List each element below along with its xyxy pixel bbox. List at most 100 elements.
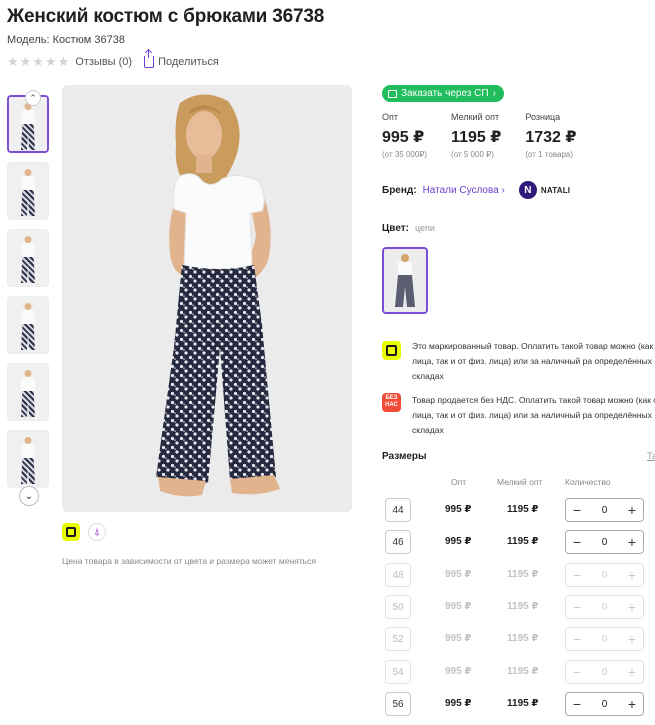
size-row: 52 995 ₽ 1195 ₽ − 0 + xyxy=(385,627,655,651)
info-text: Это маркированный товар. Оплатить такой … xyxy=(412,341,655,381)
quantity-input[interactable]: 0 xyxy=(602,699,608,710)
product-model: Модель: Костюм 36738 xyxy=(7,34,125,46)
size-price-opt: 995 ₽ xyxy=(445,601,472,612)
quantity-input: 0 xyxy=(601,666,608,678)
size-label: 48 xyxy=(385,563,411,587)
price-block: Опт 995 ₽ (от 35 000₽) Мелкий опт 1195 ₽… xyxy=(382,112,601,159)
cart-icon xyxy=(388,89,397,98)
quantity-stepper: − 0 + xyxy=(565,563,644,587)
thumbnail[interactable] xyxy=(7,430,49,488)
color-swatch[interactable] xyxy=(382,247,428,314)
star-icon: ★ xyxy=(7,54,19,69)
size-price-small: 1195 ₽ xyxy=(507,504,539,515)
info-marking: Это маркированный товар. Оплатить такой … xyxy=(382,339,655,384)
thumbnail[interactable] xyxy=(7,229,49,287)
quantity-stepper: − 0 + xyxy=(565,627,644,651)
star-icon: ★ xyxy=(44,54,57,69)
order-via-sp-button[interactable]: Заказать через СП › xyxy=(382,85,504,102)
size-row: 48 995 ₽ 1195 ₽ − 0 + xyxy=(385,563,655,587)
color-label: Цвет: xyxy=(382,223,409,234)
quantity-stepper: − 0 + xyxy=(565,530,644,554)
size-table-link[interactable]: Та xyxy=(647,451,655,461)
size-row: 56 995 ₽ 1195 ₽ − 0 + xyxy=(385,692,655,716)
size-label: 56 xyxy=(385,692,411,716)
size-row: 54 995 ₽ 1195 ₽ − 0 + xyxy=(385,660,655,684)
price-min: (от 5 000 ₽) xyxy=(451,150,494,159)
minus-button[interactable]: − xyxy=(571,697,583,711)
col-opt: Опт xyxy=(451,477,467,487)
brand-logo-text: NATALI xyxy=(540,185,571,195)
chevron-up-icon[interactable]: ⌃ xyxy=(25,90,41,106)
plus-button: + xyxy=(627,567,637,583)
price-label: Мелкий опт xyxy=(451,112,500,122)
sp-button-label: Заказать через СП xyxy=(401,88,489,99)
size-price-small: 1195 ₽ xyxy=(507,601,539,612)
chevron-right-icon: › xyxy=(492,88,496,99)
plus-button[interactable]: + xyxy=(626,697,638,711)
hanger-icon[interactable]: ⍋ xyxy=(88,523,106,541)
brand-label: Бренд: xyxy=(382,184,417,196)
size-price-small: 1195 ₽ xyxy=(507,633,539,644)
size-row: 46 995 ₽ 1195 ₽ − 0 + xyxy=(385,530,655,554)
size-price-small: 1195 ₽ xyxy=(507,698,539,709)
reviews-link[interactable]: Отзывы (0) xyxy=(75,56,132,68)
size-row: 44 995 ₽ 1195 ₽ − 0 + xyxy=(385,498,655,522)
quantity-input[interactable]: 0 xyxy=(602,537,608,548)
quantity-stepper: − 0 + xyxy=(565,595,644,619)
marking-icon[interactable] xyxy=(62,523,80,541)
size-label: 50 xyxy=(385,595,411,619)
minus-button: − xyxy=(572,631,582,647)
brand-row: Бренд: Натали Суслова › N NATALI xyxy=(382,181,570,199)
minus-button: − xyxy=(572,567,582,583)
share-icon xyxy=(144,49,155,68)
minus-button: − xyxy=(572,599,582,615)
price-opt: Опт 995 ₽ (от 35 000₽) xyxy=(382,112,427,159)
main-product-image[interactable] xyxy=(62,85,352,512)
price-min: (от 35 000₽) xyxy=(382,150,428,159)
price-value: 995 ₽ xyxy=(382,129,425,146)
marking-icon xyxy=(382,341,401,360)
thumbnail[interactable] xyxy=(7,363,49,421)
plus-button: + xyxy=(627,599,637,615)
brand-link[interactable]: Натали Суслова › xyxy=(423,185,505,196)
product-title: Женский костюм с брюками 36738 xyxy=(7,6,325,27)
size-price-opt: 995 ₽ xyxy=(445,698,472,709)
price-label: Опт xyxy=(382,112,398,122)
quantity-input[interactable]: 0 xyxy=(602,505,608,516)
model-photo xyxy=(62,85,352,512)
thumbnail[interactable] xyxy=(7,296,49,354)
price-small-opt: Мелкий опт 1195 ₽ (от 5 000 ₽) xyxy=(451,112,501,159)
plus-button: + xyxy=(627,631,637,647)
quantity-input: 0 xyxy=(601,569,608,581)
swatch-image xyxy=(384,249,426,312)
minus-button[interactable]: − xyxy=(571,503,583,517)
chevron-down-icon[interactable]: ⌄ xyxy=(19,486,39,506)
price-value: 1732 ₽ xyxy=(525,129,577,146)
thumbnail[interactable] xyxy=(7,162,49,220)
color-row: Цвет: цепи xyxy=(382,223,435,234)
no-vat-icon: БЕЗ НАС xyxy=(382,393,401,412)
rating-row: ★ ★ ★ ★ ★ Отзывы (0) Поделиться xyxy=(7,49,219,68)
share-label: Поделиться xyxy=(158,55,219,68)
plus-button[interactable]: + xyxy=(626,535,638,549)
minus-button[interactable]: − xyxy=(571,535,583,549)
size-price-opt: 995 ₽ xyxy=(445,633,472,644)
star-icon: ★ xyxy=(57,54,70,69)
brand-logo-icon[interactable]: N xyxy=(518,181,537,199)
quantity-stepper: − 0 + xyxy=(565,660,644,684)
size-label: 54 xyxy=(385,660,411,684)
size-price-opt: 995 ₽ xyxy=(445,666,472,677)
minus-button: − xyxy=(572,664,582,680)
col-qty: Количество xyxy=(565,477,611,487)
info-no-vat: БЕЗ НАС Товар продается без НДС. Оплатит… xyxy=(382,393,655,438)
star-icon: ★ xyxy=(32,54,44,69)
plus-button[interactable]: + xyxy=(626,503,638,517)
rating-stars[interactable]: ★ ★ ★ ★ ★ xyxy=(7,55,69,68)
star-icon: ★ xyxy=(19,54,32,69)
size-label: 52 xyxy=(385,627,411,651)
quantity-input: 0 xyxy=(601,601,608,613)
price-note: Цена товара в зависимости от цвета и раз… xyxy=(62,556,316,566)
price-value: 1195 ₽ xyxy=(451,129,502,146)
size-price-opt: 995 ₽ xyxy=(445,569,472,580)
share-button[interactable]: Поделиться xyxy=(144,49,219,68)
